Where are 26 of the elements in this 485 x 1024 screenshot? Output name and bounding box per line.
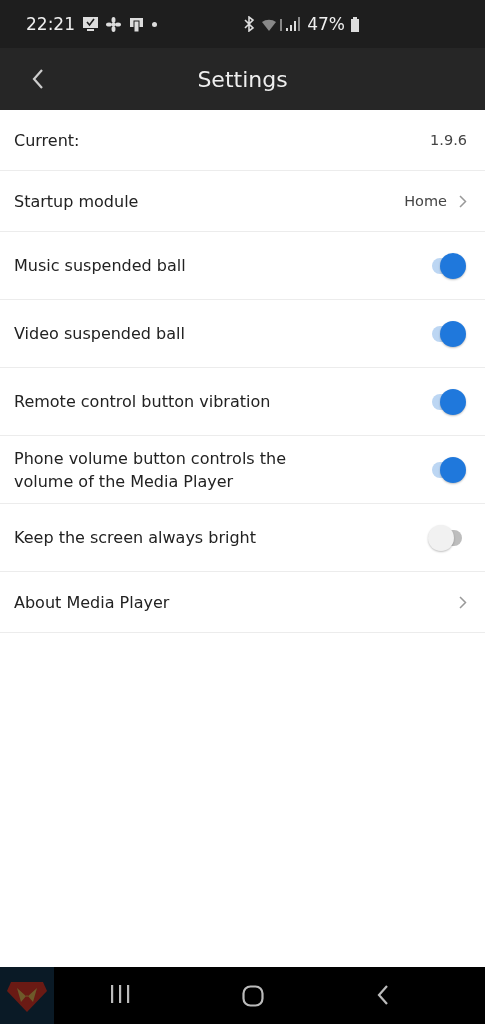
setting-label: Video suspended ball [14, 323, 185, 345]
back-icon [32, 69, 44, 89]
setting-label: Music suspended ball [14, 255, 186, 277]
setting-label: Phone volume button controls the volume of the Media Player [14, 447, 287, 493]
setting-label: Current: [14, 129, 80, 152]
fan-icon [106, 16, 121, 32]
version-value: 1.9.6 [430, 132, 467, 148]
recent-apps-icon [110, 984, 131, 1003]
status-time: 22:21 [26, 14, 75, 34]
shield-icon [7, 979, 47, 1012]
setting-value: Home [404, 193, 447, 209]
dot-icon [152, 21, 157, 27]
chevron-right-icon [459, 194, 467, 208]
setting-label: Startup module [14, 190, 139, 213]
setting-label: Keep the screen always bright [14, 527, 257, 549]
battery-percentage: 47% [307, 14, 345, 34]
screen-title: Settings [197, 66, 288, 92]
battery-icon [351, 16, 359, 32]
chevron-right-icon [459, 595, 467, 609]
setting-label: Remote control button vibration [14, 391, 271, 413]
setting-label: About Media Player [14, 591, 170, 614]
bluetooth-icon [243, 16, 256, 32]
back-icon [376, 984, 389, 1005]
app-shortcut[interactable] [0, 967, 54, 1024]
signal-icon [261, 16, 302, 32]
home-icon [242, 984, 265, 1007]
